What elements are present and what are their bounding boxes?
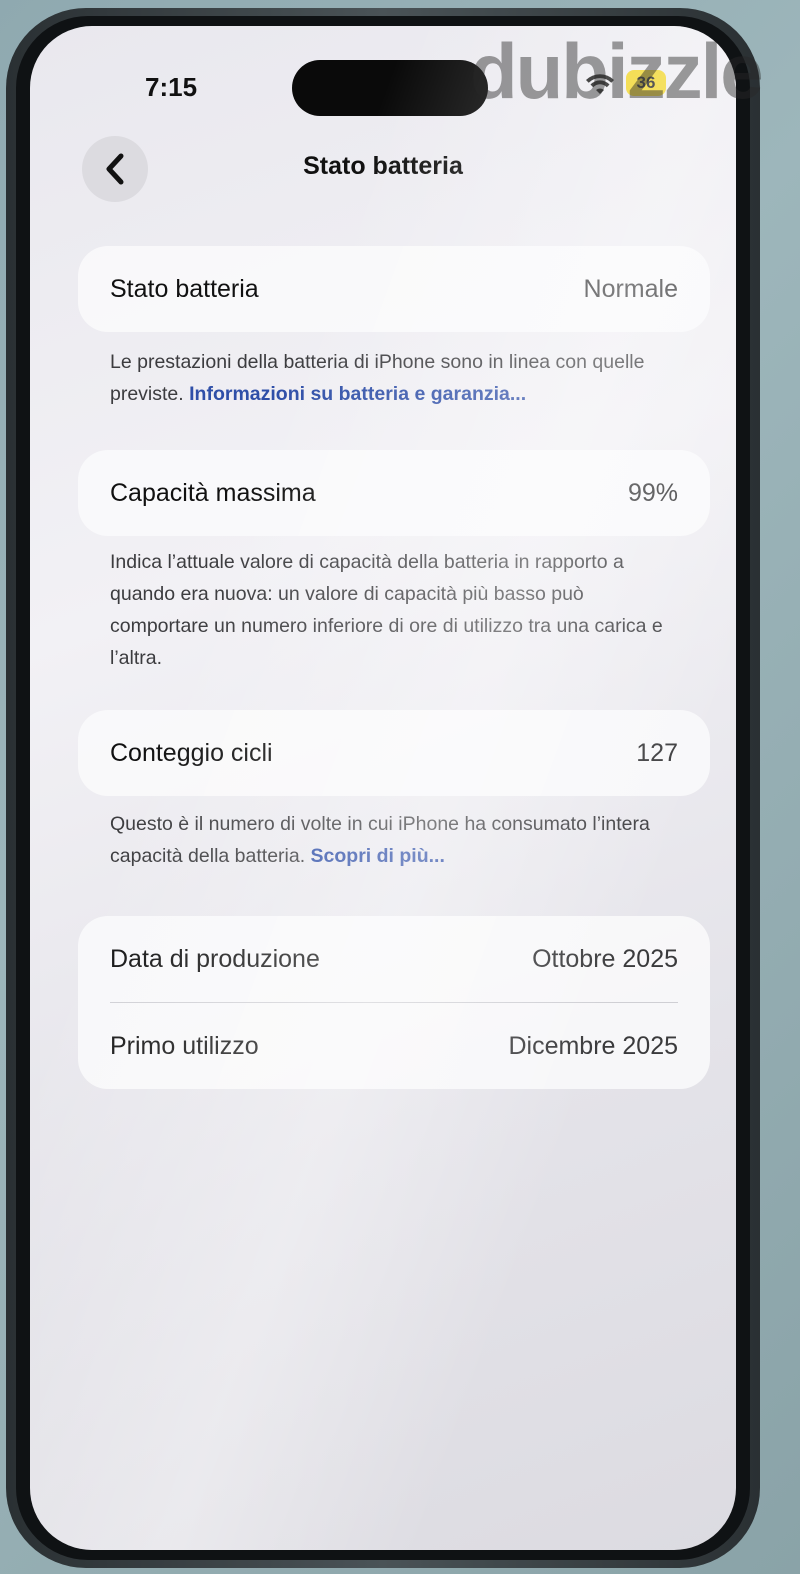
page-title: Stato batteria [303,152,463,180]
phone-bezel: 7:15 36 Stato batteria Stato batteria No… [16,16,750,1560]
battery-health-card: Stato batteria Normale [78,246,710,332]
max-capacity-card: Capacità massima 99% [78,450,710,536]
first-use-row: Primo utilizzo Dicembre 2025 [78,1003,710,1089]
cycle-count-card: Conteggio cicli 127 [78,710,710,796]
first-use-value: Dicembre 2025 [508,1031,678,1060]
first-use-label: Primo utilizzo [110,1031,259,1060]
battery-health-label: Stato batteria [110,274,259,303]
screen: 7:15 36 Stato batteria Stato batteria No… [30,26,736,1550]
manufacture-date-value: Ottobre 2025 [532,944,678,973]
battery-health-note: Le prestazioni della batteria di iPhone … [110,346,680,410]
max-capacity-note: Indica l’attuale valore di capacità dell… [110,551,663,669]
watermark-logo: dubizzle [470,27,764,115]
battery-health-value: Normale [583,274,678,303]
max-capacity-row: Capacità massima 99% [78,450,710,536]
manufacture-date-row: Data di produzione Ottobre 2025 [78,916,710,1002]
cycle-count-note: Questo è il numero di volte in cui iPhon… [110,808,680,872]
manufacture-date-label: Data di produzione [110,944,320,973]
max-capacity-label: Capacità massima [110,478,316,507]
cycle-count-label: Conteggio cicli [110,738,273,767]
max-capacity-value: 99% [627,478,678,507]
cycle-count-value: 127 [636,738,678,767]
status-time: 7:15 [145,72,198,102]
phone-frame: 7:15 36 Stato batteria Stato batteria No… [6,8,760,1568]
learn-more-link[interactable]: Scopri di più... [311,845,445,867]
battery-health-row: Stato batteria Normale [78,246,710,332]
battery-warranty-link[interactable]: Informazioni su batteria e garanzia... [189,383,526,405]
dates-card: Data di produzione Ottobre 2025 Primo ut… [78,916,710,1089]
cycle-count-row: Conteggio cicli 127 [78,710,710,796]
dynamic-island [292,60,488,116]
